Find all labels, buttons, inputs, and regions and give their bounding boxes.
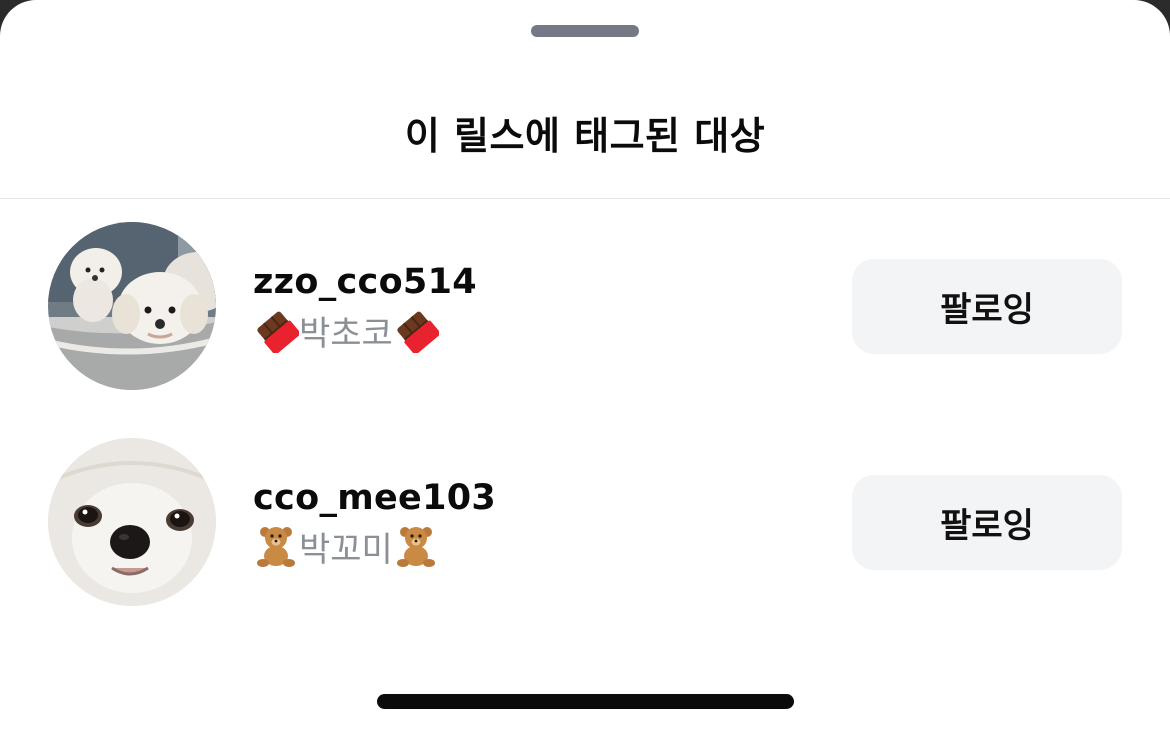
following-button[interactable]: 팔로잉 [852,475,1122,570]
teddy-bear-icon [393,523,439,569]
chocolate-bar-icon [253,307,299,353]
chocolate-bar-icon [393,307,439,353]
username[interactable]: zzo_cco514 [253,262,477,302]
tagged-people-sheet: 이 릴스에 태그된 대상 zzo_cco514 박초코 팔로잉 cco_mee1… [0,0,1170,733]
sheet-grabber-handle[interactable] [531,25,639,37]
display-name-text: 박초코 [299,313,393,354]
username[interactable]: cco_mee103 [253,478,496,518]
poodle-avatar-photo [48,222,216,390]
divider [0,198,1170,199]
tagged-user-row[interactable]: cco_mee103 박꼬미 팔로잉 [0,438,1170,608]
tagged-user-row[interactable]: zzo_cco514 박초코 팔로잉 [0,222,1170,392]
display-name: 박초코 [253,307,439,354]
home-indicator[interactable] [377,694,794,709]
sheet-title: 이 릴스에 태그된 대상 [404,114,766,158]
avatar[interactable] [48,222,216,390]
display-name: 박꼬미 [253,523,439,570]
avatar[interactable] [48,438,216,606]
display-name-text: 박꼬미 [299,529,393,570]
maltese-avatar-photo [48,438,216,606]
following-button[interactable]: 팔로잉 [852,259,1122,354]
teddy-bear-icon [253,523,299,569]
